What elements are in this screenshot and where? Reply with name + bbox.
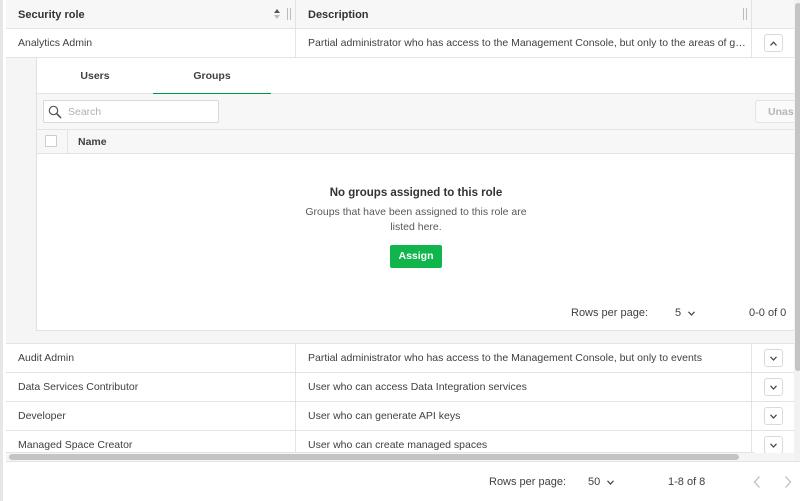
row-actions [754, 431, 794, 453]
role-cell: Analytics Admin [6, 29, 296, 57]
row-actions [754, 344, 794, 373]
role-cell: Audit Admin [6, 344, 296, 372]
pagination-range: 1-8 of 8 [668, 476, 706, 488]
role-name: Analytics Admin [18, 37, 93, 49]
expand-row-button[interactable] [764, 407, 783, 425]
previous-page-icon[interactable] [752, 475, 762, 489]
description-cell: User who can generate API keys [296, 402, 752, 430]
chevron-down-icon [770, 413, 777, 419]
role-description: Partial administrator who has access to … [308, 352, 702, 364]
column-label: Security role [18, 8, 85, 21]
role-name: Managed Space Creator [18, 439, 133, 451]
column-resize-handle[interactable] [743, 8, 747, 20]
empty-state: No groups assigned to this role Groups t… [37, 178, 795, 268]
role-cell: Data Services Contributor [6, 373, 296, 401]
role-name: Audit Admin [18, 352, 75, 364]
header-actions-column [754, 0, 794, 29]
role-name: Data Services Contributor [18, 381, 139, 393]
search-box[interactable] [43, 100, 219, 123]
row-actions [754, 402, 794, 431]
assignment-tabs: Users Groups [37, 58, 794, 95]
rows-per-page-label: Rows per page: [489, 476, 567, 488]
table-pagination: Rows per page: 50 1-8 of 8 [6, 461, 800, 501]
column-header-security-role[interactable]: Security role [6, 0, 296, 29]
table-row[interactable]: Analytics Admin Partial administrator wh… [6, 29, 754, 58]
tab-groups[interactable]: Groups [153, 58, 271, 95]
collapse-row-button[interactable] [764, 34, 783, 52]
description-cell: User who can create managed spaces [296, 431, 752, 453]
expand-row-button[interactable] [764, 349, 783, 367]
groups-toolbar: Unassign [37, 94, 800, 130]
empty-state-title: No groups assigned to this role [329, 187, 503, 199]
role-cell: Managed Space Creator [6, 431, 296, 453]
expand-row-button[interactable] [764, 378, 783, 396]
column-label: Description [308, 8, 369, 21]
role-name: Developer [18, 410, 66, 422]
role-description: User who can create managed spaces [308, 439, 488, 451]
tab-users[interactable]: Users [37, 58, 153, 94]
column-divider [67, 130, 68, 154]
role-description: User who can access Data Integration ser… [308, 381, 527, 393]
pagination-range: 0-0 of 0 [749, 307, 787, 319]
expanded-row-detail: Users Groups Unassign Name No g [6, 58, 800, 344]
search-input[interactable] [68, 105, 208, 118]
rows-per-page-select[interactable]: 5 [675, 307, 681, 319]
tab-label: Users [80, 70, 110, 82]
column-header-name[interactable]: Name [78, 136, 107, 148]
row-actions [754, 373, 794, 402]
chevron-down-icon [770, 442, 777, 448]
chevron-up-icon [770, 40, 777, 46]
groups-pagination: Rows per page: 5 0-0 of 0 [37, 304, 795, 324]
chevron-down-icon[interactable] [607, 480, 614, 485]
role-assignment-panel: Users Groups Unassign Name No g [36, 58, 800, 331]
column-header-description[interactable]: Description [296, 0, 752, 29]
description-cell: Partial administrator who has access to … [296, 344, 752, 372]
empty-state-line: Groups that have been assigned to this r… [305, 206, 527, 218]
search-icon [48, 105, 62, 118]
role-description: User who can generate API keys [308, 410, 461, 422]
table-header: Security role Description [6, 0, 754, 29]
assign-button[interactable]: Assign [390, 245, 442, 268]
scrollbar-thumb[interactable] [795, 3, 800, 371]
security-roles-page: Security role Description Analytics Admi… [0, 0, 800, 501]
role-cell: Developer [6, 402, 296, 430]
horizontal-scrollbar[interactable] [6, 453, 794, 461]
empty-state-line: listed here. [390, 221, 442, 233]
table-row[interactable]: Managed Space Creator User who can creat… [6, 431, 754, 453]
empty-state-description: Groups that have been assigned to this r… [37, 205, 795, 235]
role-description: Partial administrator who has access to … [308, 37, 750, 49]
column-resize-handle[interactable] [287, 8, 291, 20]
expand-row-button[interactable] [764, 436, 783, 453]
chevron-down-icon [770, 384, 777, 390]
chevron-down-icon [770, 355, 777, 361]
table-row[interactable]: Data Services Contributor User who can a… [6, 373, 754, 402]
scrollbar-thumb[interactable] [9, 454, 739, 460]
sort-icon[interactable] [273, 8, 281, 20]
table-row[interactable]: Audit Admin Partial administrator who ha… [6, 344, 754, 373]
rows-per-page-label: Rows per page: [571, 307, 649, 319]
next-page-icon[interactable] [783, 475, 793, 489]
row-actions [754, 29, 794, 58]
description-cell: Partial administrator who has access to … [296, 29, 752, 57]
table-row[interactable]: Developer User who can generate API keys [6, 402, 754, 431]
description-cell: User who can access Data Integration ser… [296, 373, 752, 401]
vertical-scrollbar[interactable] [794, 0, 800, 461]
select-all-checkbox[interactable] [45, 135, 57, 147]
groups-list-header: Name [37, 130, 794, 154]
tab-label: Groups [193, 70, 231, 82]
rows-per-page-select[interactable]: 50 [588, 476, 600, 488]
chevron-down-icon[interactable] [688, 311, 695, 316]
